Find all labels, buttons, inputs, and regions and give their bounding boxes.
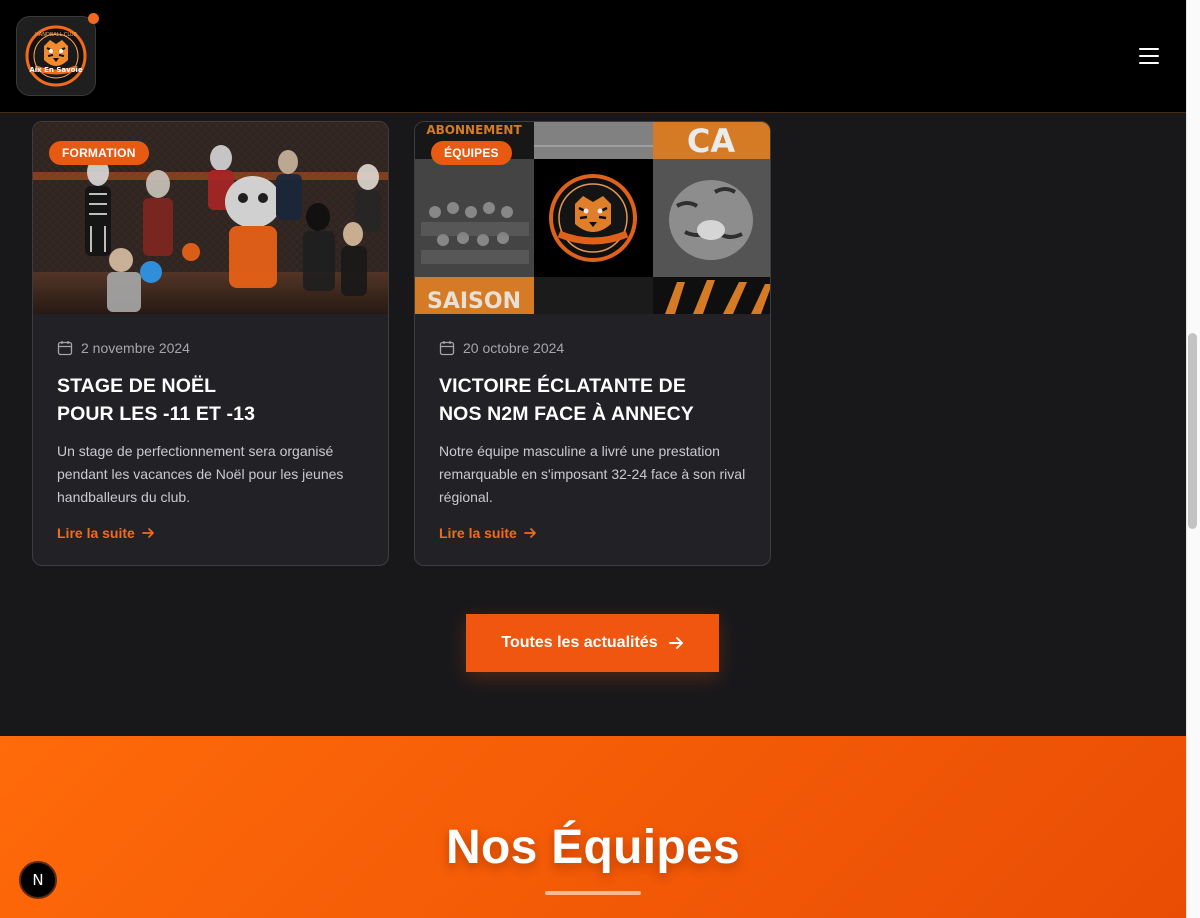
calendar-icon	[57, 341, 73, 356]
read-more-label: Lire la suite	[439, 525, 517, 541]
news-card[interactable]: FORMATION 2 novembre 2024 STAGE DE NOËL …	[32, 121, 389, 566]
news-card-image: ABONNEMENT CA SAISON ÉQUIPES	[415, 122, 770, 314]
logo-arc-text: HANDBALL CLUB	[35, 32, 77, 38]
title-underline	[545, 891, 641, 895]
category-badge[interactable]: ÉQUIPES	[431, 141, 512, 165]
logo-script-text: Aix En Savoie	[29, 66, 83, 74]
club-logo[interactable]: Aix En Savoie HANDBALL CLUB	[16, 13, 99, 96]
read-more-link[interactable]: Lire la suite	[439, 525, 537, 541]
news-title[interactable]: VICTOIRE ÉCLATANTE DE NOS N2M FACE À ANN…	[439, 372, 746, 428]
news-date: 2 novembre 2024	[81, 340, 190, 356]
read-more-label: Lire la suite	[57, 525, 135, 541]
news-description: Un stage de perfectionnement sera organi…	[57, 443, 344, 505]
notification-dot	[88, 13, 99, 24]
teams-section: Nos Équipes	[0, 736, 1186, 918]
arrow-right-icon	[141, 528, 154, 538]
news-date: 20 octobre 2024	[463, 340, 565, 356]
tiger-logo-icon: Aix En Savoie HANDBALL CLUB	[25, 25, 87, 87]
all-news-label: Toutes les actualités	[501, 634, 658, 651]
date-row: 20 octobre 2024	[439, 340, 746, 356]
date-row: 2 novembre 2024	[57, 340, 364, 356]
hamburger-icon	[1139, 62, 1159, 64]
read-more-link[interactable]: Lire la suite	[57, 525, 155, 541]
news-section: FORMATION 2 novembre 2024 STAGE DE NOËL …	[0, 113, 1186, 736]
next-dev-badge[interactable]: N	[19, 861, 57, 899]
scrollbar-thumb[interactable]	[1188, 333, 1197, 529]
menu-button[interactable]	[1136, 44, 1162, 68]
category-badge[interactable]: FORMATION	[49, 141, 149, 165]
all-news-button[interactable]: Toutes les actualités	[466, 614, 719, 672]
calendar-icon	[439, 341, 455, 356]
arrow-right-icon	[668, 637, 683, 649]
site-header: Aix En Savoie HANDBALL CLUB	[0, 0, 1186, 113]
hamburger-icon	[1139, 48, 1159, 50]
news-title[interactable]: STAGE DE NOËL POUR LES -11 ET -13	[57, 372, 364, 428]
news-card-image: FORMATION	[33, 122, 388, 314]
section-title: Nos Équipes	[445, 821, 741, 874]
news-card[interactable]: ABONNEMENT CA SAISON ÉQUIPES 20 octobre …	[414, 121, 771, 566]
news-description: Notre équipe masculine a livré une prest…	[439, 443, 746, 505]
arrow-right-icon	[523, 528, 536, 538]
hamburger-icon	[1139, 55, 1159, 57]
